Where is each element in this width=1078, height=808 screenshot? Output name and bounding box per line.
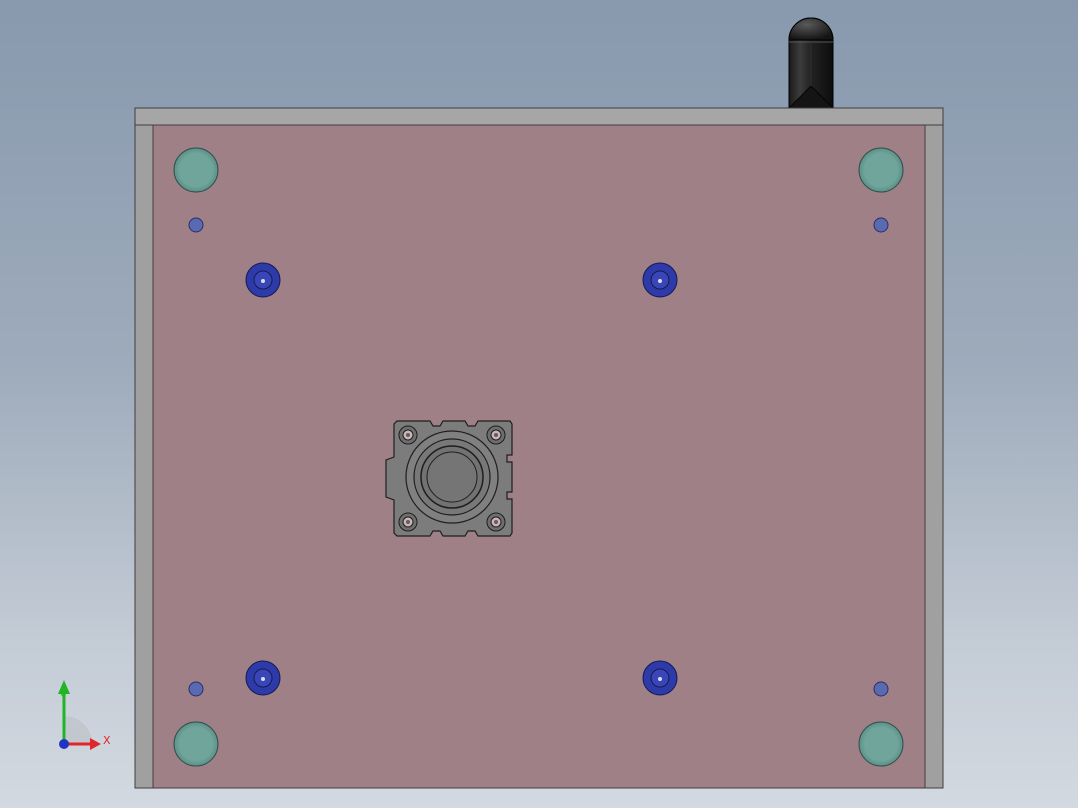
dowel-pin-bottom-left[interactable] — [188, 681, 204, 697]
model-scene[interactable]: Y X — [0, 0, 1078, 808]
graphics-viewport[interactable]: Y X — [0, 0, 1078, 808]
dowel-pin-top-right[interactable] — [873, 217, 889, 233]
frame-right-wall — [924, 124, 944, 789]
coordinate-triad[interactable]: Y X — [58, 680, 111, 750]
screw-top-left[interactable] — [245, 262, 281, 298]
guide-bushing-top-right[interactable] — [858, 147, 904, 193]
frame-left-wall — [134, 124, 154, 789]
dowel-pin-bottom-right[interactable] — [873, 681, 889, 697]
cylinder-bolt-bottom-left[interactable] — [398, 512, 418, 532]
cylinder-bolt-top-left[interactable] — [398, 425, 418, 445]
triad-x-arrow-icon — [90, 738, 101, 750]
cylinder-bolt-top-right[interactable] — [486, 425, 506, 445]
triad-plane-indicator — [64, 716, 92, 744]
guide-bushing-bottom-right[interactable] — [858, 721, 904, 767]
screw-top-right[interactable] — [642, 262, 678, 298]
frame-top-bar — [134, 107, 944, 126]
cylinder-actuator[interactable] — [385, 420, 513, 537]
triad-y-label: Y — [59, 691, 67, 704]
guide-bushing-bottom-left[interactable] — [173, 721, 219, 767]
guide-bushing-top-left[interactable] — [173, 147, 219, 193]
triad-z-axis-icon — [59, 739, 69, 749]
cylinder-rod-face — [426, 451, 478, 503]
screw-bottom-right[interactable] — [642, 660, 678, 696]
screw-bottom-left[interactable] — [245, 660, 281, 696]
triad-x-label: X — [103, 734, 111, 747]
dowel-pin-top-left[interactable] — [188, 217, 204, 233]
handle-knob[interactable] — [788, 17, 834, 109]
cylinder-bolt-bottom-right[interactable] — [486, 512, 506, 532]
